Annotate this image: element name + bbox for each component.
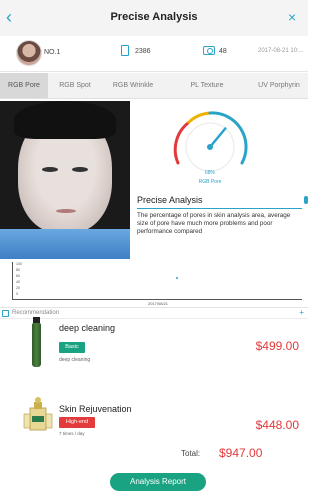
trend-point[interactable] <box>176 277 178 279</box>
avatar[interactable] <box>16 40 42 66</box>
images-count: 2386 <box>135 48 151 55</box>
face-image[interactable] <box>0 101 130 259</box>
tab-rgb-pore[interactable]: RGB Pore <box>0 73 48 98</box>
y-tick: 60 <box>16 274 20 278</box>
y-tick: 80 <box>16 268 20 272</box>
gauge-label: RGB Pore <box>198 179 222 185</box>
camera-icon <box>203 46 215 55</box>
product-subtitle: 7 times / day <box>59 431 85 436</box>
document-icon <box>121 45 129 56</box>
product-name[interactable]: Skin Rejuvenation <box>59 404 132 414</box>
y-tick: 40 <box>16 280 20 284</box>
page-title: Precise Analysis <box>110 11 198 23</box>
tab-rgb-wrinkle[interactable]: RGB Wrinkle <box>102 73 164 98</box>
add-icon[interactable]: + <box>299 308 304 317</box>
recommendation-label: Recommendation <box>12 310 60 316</box>
product-image-rejuvenation[interactable] <box>22 396 54 434</box>
user-id: NO.1 <box>44 49 61 56</box>
gauge-value: 68% <box>204 170 215 176</box>
title-divider <box>137 208 302 209</box>
y-tick: 0 <box>16 292 18 296</box>
analysis-title: Precise Analysis <box>137 195 203 205</box>
header-bar: ‹ Precise Analysis × <box>0 0 308 36</box>
total-value: $947.00 <box>219 446 263 460</box>
analysis-description: The percentage of pores in skin analysis… <box>137 212 291 235</box>
recommend-icon <box>2 310 9 317</box>
edge-tab-icon[interactable] <box>304 196 308 204</box>
y-tick: 100 <box>16 262 22 266</box>
user-info-bar: NO.1 2386 48 2017-08-21 10:... <box>0 36 308 72</box>
trend-chart: 100 80 60 40 20 0 <box>12 262 302 300</box>
analysis-tabs: RGB Pore RGB Spot RGB Wrinkle PL Texture… <box>0 73 308 99</box>
tab-uv-porphyrin[interactable]: UV Porphyrin <box>250 73 308 98</box>
total-label: Total: <box>181 449 201 458</box>
product-badge: High-end <box>59 417 95 428</box>
tab-pl-texture[interactable]: PL Texture <box>164 73 250 98</box>
analysis-date: 2017-08-21 10:... <box>258 48 304 54</box>
product-name[interactable]: deep cleaning <box>59 323 115 333</box>
analysis-report-button[interactable]: Analysis Report <box>110 473 206 491</box>
recommendation-header: Recommendation + <box>0 307 308 319</box>
tab-rgb-spot[interactable]: RGB Spot <box>48 73 102 98</box>
y-tick: 20 <box>16 286 20 290</box>
photos-count: 48 <box>219 48 227 55</box>
product-subtitle: deep cleaning <box>59 357 91 363</box>
pore-gauge <box>173 111 248 172</box>
product-price: $499.00 <box>255 339 299 353</box>
gauge-needle <box>208 127 227 149</box>
trend-x-label: 2017/08/21 <box>148 301 169 306</box>
back-arrow-icon[interactable]: ‹ <box>6 8 22 26</box>
product-price: $448.00 <box>255 418 299 432</box>
product-image-cleanser[interactable] <box>32 317 41 367</box>
product-badge: Basic <box>59 342 85 353</box>
close-icon[interactable]: × <box>288 10 302 24</box>
